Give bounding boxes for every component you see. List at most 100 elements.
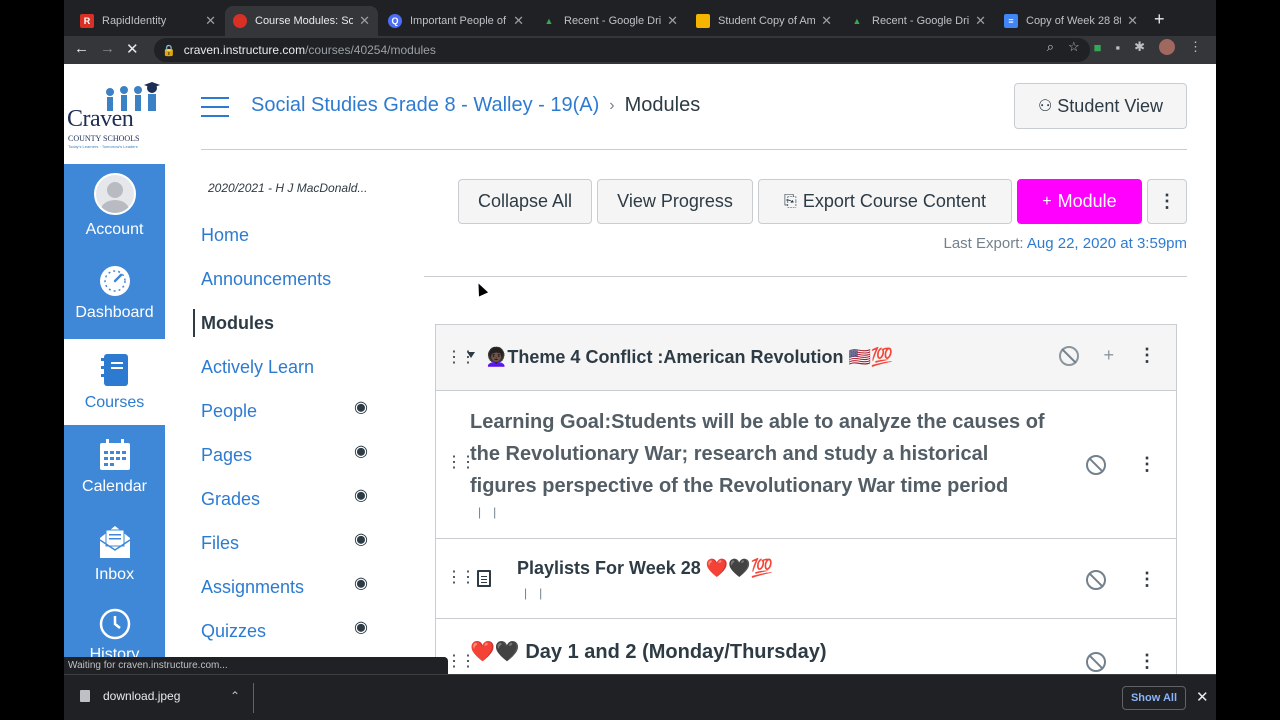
global-nav-dashboard[interactable]: Dashboard	[64, 264, 165, 340]
unpublished-icon[interactable]	[1086, 651, 1106, 672]
tab-close-icon[interactable]: ✕	[975, 13, 986, 29]
tab-title: Student Copy of Amer	[718, 15, 816, 27]
tab-title: Recent - Google Drive	[564, 15, 662, 27]
browser-tab[interactable]: ▲ Recent - Google Drive ✕	[842, 6, 994, 36]
add-item-plus-icon[interactable]: +	[1103, 345, 1114, 366]
page-document-icon	[477, 570, 491, 587]
tab-title: Important People of th	[410, 15, 507, 27]
export-icon: ⎘	[784, 192, 797, 210]
module-title: 👩🏿‍🦱Theme 4 Conflict :American Revolutio…	[485, 347, 894, 367]
stop-loading-icon[interactable]: ✕	[126, 40, 139, 58]
extension-icon[interactable]: ▪	[1115, 40, 1120, 55]
item-kebab-icon[interactable]: ⋮	[1138, 569, 1156, 590]
collapse-caret-icon[interactable]	[467, 352, 475, 358]
url-host: craven.instructure.com	[183, 43, 306, 57]
hidden-eye-icon: ◉	[354, 399, 368, 416]
tab-close-icon[interactable]: ✕	[359, 13, 370, 29]
module-item-subheader: ⋮⋮ Learning Goal:Students will be able t…	[436, 392, 1176, 539]
download-item[interactable]: download.jpeg	[80, 689, 180, 703]
add-module-button[interactable]: + Module	[1017, 179, 1142, 224]
module-kebab-icon[interactable]: ⋮	[1138, 345, 1156, 366]
course-nav-actively-learn[interactable]: Actively Learn	[201, 353, 381, 381]
tab-close-icon[interactable]: ✕	[513, 13, 524, 29]
address-bar[interactable]: 🔒 craven.instructure.com/courses/40254/m…	[154, 38, 1090, 62]
inbox-icon	[99, 526, 130, 558]
show-all-button[interactable]: Show All	[1122, 686, 1186, 710]
breadcrumb-course-link[interactable]: Social Studies Grade 8 - Walley - 19(A)	[251, 94, 599, 117]
breadcrumb: Social Studies Grade 8 - Walley - 19(A) …	[251, 94, 700, 117]
student-view-button[interactable]: ⚇ Student View	[1014, 83, 1187, 129]
last-export-label: Last Export:	[943, 235, 1024, 252]
tab-close-icon[interactable]: ✕	[1127, 13, 1138, 29]
browser-tab-active[interactable]: Course Modules: Soci ✕	[225, 6, 378, 36]
drag-handle-icon[interactable]: ⋮⋮	[446, 567, 476, 587]
collapse-all-button[interactable]: Collapse All	[458, 179, 592, 224]
module-item-title: ❤️🖤 Day 1 and 2 (Monday/Thursday)	[470, 641, 827, 663]
export-label: Export Course Content	[802, 191, 986, 211]
global-nav-courses[interactable]: Courses	[64, 339, 165, 425]
extensions-puzzle-icon[interactable]: ✱	[1134, 39, 1145, 55]
course-nav-modules[interactable]: Modules	[193, 309, 373, 337]
download-filename: download.jpeg	[103, 689, 181, 703]
browser-tab[interactable]: R RapidIdentity ✕	[72, 6, 224, 36]
browser-tab[interactable]: Q Important People of th ✕	[380, 6, 532, 36]
module-header-actions: + ⋮	[1059, 345, 1156, 366]
view-progress-button[interactable]: View Progress	[597, 179, 753, 224]
item-actions: ⋮	[1086, 454, 1156, 475]
hidden-eye-icon: ◉	[354, 531, 368, 548]
browser-tab[interactable]: ▲ Recent - Google Drive ✕	[534, 6, 686, 36]
more-options-kebab-icon[interactable]: ⋮	[1147, 179, 1187, 224]
zoom-icon[interactable]: ⌕	[1047, 39, 1054, 55]
extension-icon[interactable]: ■	[1094, 40, 1102, 55]
browser-toolbar: ← → ✕ 🔒 craven.instructure.com/courses/4…	[64, 36, 1216, 64]
chevron-up-icon[interactable]: ⌃	[230, 689, 240, 703]
browser-tab-strip: R RapidIdentity ✕ Course Modules: Soci ✕…	[64, 0, 1216, 36]
browser-tab[interactable]: ≡ Copy of Week 28 8th ✕	[996, 6, 1146, 36]
module-header[interactable]: ⋮⋮ 👩🏿‍🦱Theme 4 Conflict :American Revolu…	[436, 325, 1176, 391]
global-nav-history[interactable]: History	[64, 607, 165, 664]
school-logo[interactable]: Craven COUNTY SCHOOLS Today's Learners ·…	[64, 64, 165, 164]
tab-close-icon[interactable]: ✕	[205, 13, 216, 29]
forward-icon[interactable]: →	[100, 40, 115, 57]
student-view-label: Student View	[1057, 95, 1164, 116]
glasses-icon: ⚇	[1037, 98, 1053, 115]
logo-subtitle: COUNTY SCHOOLS	[68, 134, 140, 143]
item-kebab-icon[interactable]: ⋮	[1138, 454, 1156, 475]
global-nav-inbox[interactable]: Inbox	[64, 522, 165, 602]
course-nav-home[interactable]: Home	[201, 221, 381, 249]
unpublished-icon[interactable]	[1059, 345, 1080, 366]
global-nav-label: Account	[85, 221, 144, 238]
item-indent-markers: ||	[478, 505, 509, 519]
global-nav-calendar[interactable]: Calendar	[64, 438, 165, 514]
unpublished-icon[interactable]	[1086, 569, 1106, 590]
item-indent-markers: ||	[524, 586, 555, 600]
chrome-menu-icon[interactable]: ⋮	[1189, 39, 1202, 55]
last-export-link[interactable]: Aug 22, 2020 at 3:59pm	[1027, 235, 1187, 252]
learning-goal-text: Learning Goal:Students will be able to a…	[470, 411, 1045, 497]
export-course-content-button[interactable]: ⎘ Export Course Content	[758, 179, 1012, 224]
module-item-title[interactable]: Playlists For Week 28 ❤️🖤💯	[517, 558, 773, 579]
course-nav-announcements[interactable]: Announcements	[201, 265, 381, 293]
bookmark-star-icon[interactable]: ☆	[1068, 39, 1080, 55]
toolbar-icons: ⌕ ☆ ■ ▪ ✱ ⋮	[1047, 39, 1202, 55]
tab-close-icon[interactable]: ✕	[667, 13, 678, 29]
rapididentity-favicon-icon: R	[80, 14, 94, 28]
item-kebab-icon[interactable]: ⋮	[1138, 651, 1156, 672]
content-divider	[424, 276, 1187, 277]
global-nav-account[interactable]: Account	[64, 173, 165, 249]
tab-close-icon[interactable]: ✕	[821, 13, 832, 29]
profile-avatar[interactable]	[1159, 39, 1175, 55]
hamburger-menu-icon[interactable]	[201, 97, 229, 124]
global-nav-label: Dashboard	[75, 304, 154, 321]
close-icon[interactable]: ✕	[1196, 688, 1209, 706]
google-drive-favicon-icon: ▲	[544, 16, 554, 26]
tab-title: Course Modules: Soci	[255, 15, 354, 27]
new-tab-icon[interactable]: +	[1154, 9, 1165, 30]
back-icon[interactable]: ←	[74, 40, 89, 57]
google-drive-favicon-icon: ▲	[852, 16, 862, 26]
dashboard-icon	[99, 266, 130, 296]
unpublished-icon[interactable]	[1086, 454, 1106, 475]
breadcrumb-chevron-icon: ›	[609, 96, 615, 114]
browser-tab[interactable]: Student Copy of Amer ✕	[688, 6, 840, 36]
module-item-page[interactable]: ⋮⋮ Playlists For Week 28 ❤️🖤💯 || ⋮	[436, 539, 1176, 619]
